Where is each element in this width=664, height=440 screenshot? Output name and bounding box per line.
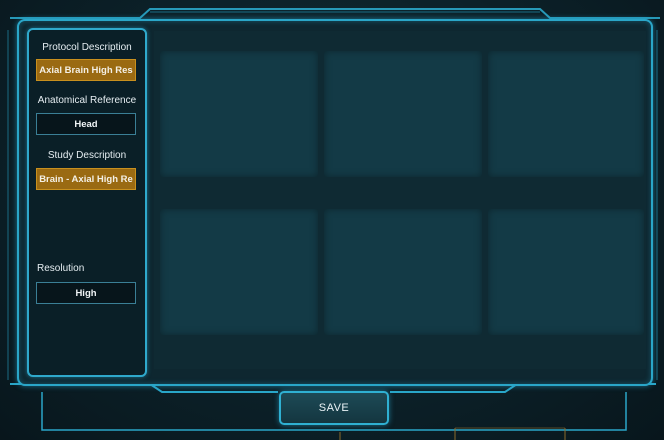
anatomical-reference-label: Anatomical Reference [37,95,137,106]
viewport-4[interactable] [160,209,318,335]
resolution-label: Resolution [37,263,85,274]
study-description-field[interactable]: Brain - Axial High Re [36,168,136,190]
protocol-description-field[interactable]: Axial Brain High Res [36,59,136,81]
viewport-6[interactable] [488,209,644,335]
save-button[interactable]: SAVE [279,391,389,425]
anatomical-reference-field[interactable]: Head [36,113,136,135]
viewport-5[interactable] [324,209,482,335]
viewport-1[interactable] [160,51,318,177]
viewport-2[interactable] [324,51,482,177]
study-description-label: Study Description [47,150,127,161]
resolution-field[interactable]: High [36,282,136,304]
app-window: Protocol Description Axial Brain High Re… [0,0,664,440]
protocol-description-label: Protocol Description [42,42,132,53]
viewport-grid [154,31,646,369]
viewport-3[interactable] [488,51,644,177]
